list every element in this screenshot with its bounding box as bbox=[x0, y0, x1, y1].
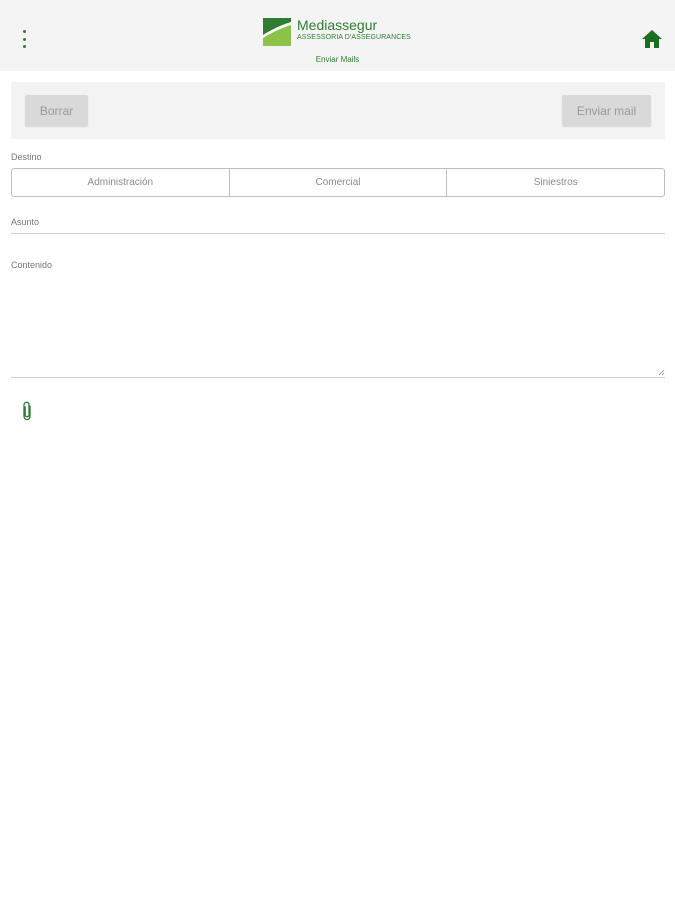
subject-label: Asunto bbox=[11, 217, 40, 227]
content-textarea[interactable] bbox=[11, 377, 665, 378]
brand-name: Mediassegur bbox=[297, 17, 378, 33]
app-bar: Mediassegur ASSESSORIA D'ASSEGURANCES En… bbox=[0, 0, 675, 71]
destination-option-siniestros[interactable]: Siniestros bbox=[447, 169, 664, 196]
logo-mark-icon bbox=[263, 18, 291, 46]
send-mail-button[interactable]: Enviar mail bbox=[562, 95, 651, 126]
paperclip-icon[interactable] bbox=[20, 400, 36, 422]
clear-button[interactable]: Borrar bbox=[25, 95, 88, 126]
resize-grip-icon[interactable] bbox=[657, 368, 665, 376]
destino-label: Destino bbox=[11, 152, 42, 162]
brand-logo: Mediassegur ASSESSORIA D'ASSEGURANCES bbox=[263, 17, 423, 48]
page-subtitle: Enviar Mails bbox=[315, 55, 360, 64]
action-toolbar: Borrar Enviar mail bbox=[11, 82, 665, 139]
home-icon[interactable] bbox=[640, 28, 664, 50]
destination-option-comercial[interactable]: Comercial bbox=[230, 169, 448, 196]
subject-input[interactable] bbox=[11, 233, 665, 234]
destination-selector: Administración Comercial Siniestros bbox=[11, 168, 665, 197]
brand-tagline: ASSESSORIA D'ASSEGURANCES bbox=[297, 34, 411, 41]
more-vert-icon[interactable] bbox=[14, 28, 34, 50]
destination-option-administracion[interactable]: Administración bbox=[12, 169, 230, 196]
content-label: Contenido bbox=[11, 260, 53, 270]
